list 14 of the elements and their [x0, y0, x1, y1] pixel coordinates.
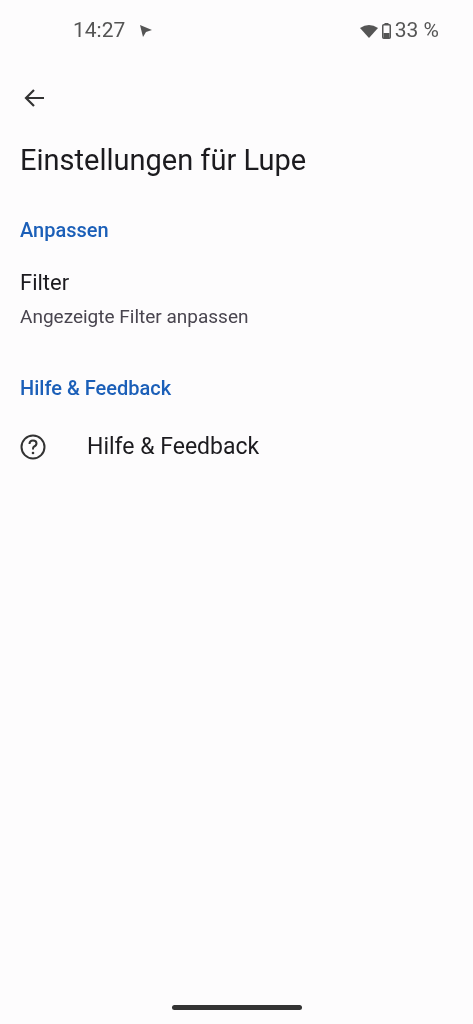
status-time: 14:27: [73, 17, 126, 45]
filter-item[interactable]: Filter Angezeigte Filter anpassen: [0, 262, 473, 338]
section-header: Anpassen: [20, 217, 110, 244]
help-icon: [20, 434, 46, 461]
battery-icon: [381, 23, 391, 39]
help-feedback-item[interactable]: Hilfe & Feedback: [0, 420, 473, 475]
back-arrow-icon: [23, 88, 45, 108]
wifi-icon: [359, 24, 378, 38]
item-summary: Angezeigte Filter anpassen: [20, 304, 250, 330]
battery-level: 33 %: [394, 17, 439, 45]
item-title: Hilfe & Feedback: [87, 432, 260, 462]
item-title: Filter: [20, 269, 71, 297]
page-title: Einstellungen für Lupe: [20, 142, 308, 179]
section-header: Hilfe & Feedback: [20, 375, 173, 402]
